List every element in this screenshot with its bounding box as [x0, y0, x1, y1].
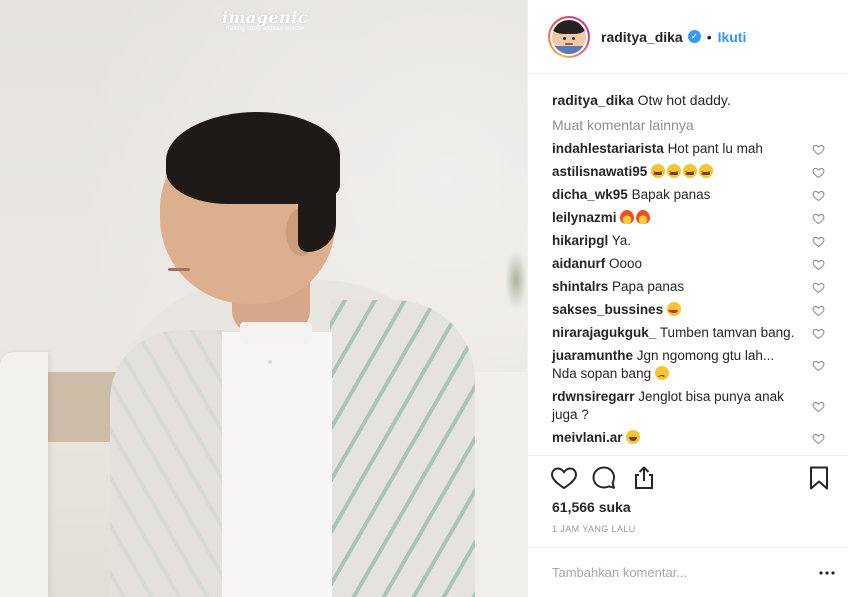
post-photo[interactable]: imagenic •telling story without words•: [0, 0, 527, 597]
comment-username[interactable]: juaramunthe: [552, 348, 633, 363]
avatar-inner: [550, 17, 588, 56]
comment-username[interactable]: nirarajagukguk_: [552, 325, 656, 340]
comment-item: nirarajagukguk_ Tumben tamvan bang.: [552, 324, 825, 342]
bookmark-icon[interactable]: [805, 464, 833, 492]
fire-emoji-icon: [620, 210, 635, 224]
avatar-image: [552, 19, 586, 54]
laughing-emoji-icon: [626, 430, 641, 444]
avatar-mouth: [565, 42, 573, 45]
photo-plant: [505, 250, 527, 310]
comment-username[interactable]: astilisnawati95: [552, 164, 647, 179]
comment-item: hikaripgl Ya.: [552, 232, 825, 250]
header-username[interactable]: raditya_dika: [601, 29, 683, 45]
comment-text: Hot pant lu mah: [667, 141, 763, 156]
comment-text: Papa panas: [612, 279, 685, 294]
comment-username[interactable]: indahlestariarista: [552, 141, 664, 156]
heart-eyes-emoji-icon: [666, 302, 681, 321]
person-shirt: [222, 332, 332, 597]
avatar-shirt: [552, 45, 586, 54]
comment-like-heart-icon[interactable]: [812, 304, 825, 317]
comment-item: astilisnawati95: [552, 163, 825, 183]
comment-text: Ya.: [611, 233, 632, 248]
add-comment-input[interactable]: [552, 565, 815, 580]
caption-username[interactable]: raditya_dika: [552, 92, 634, 108]
squint-face-emoji-icon: [667, 164, 682, 183]
comment-username[interactable]: dicha_wk95: [552, 187, 628, 202]
photo-watermark: imagenic •telling story without words•: [210, 8, 320, 32]
likes-count[interactable]: 61,566 suka: [552, 499, 631, 515]
comment-username[interactable]: sakses_bussines: [552, 302, 663, 317]
person-robe-right: [330, 300, 475, 597]
comment-like-heart-icon[interactable]: [812, 281, 825, 294]
person-hair-side: [298, 160, 336, 252]
post-caption: raditya_dika Otw hot daddy.: [552, 91, 825, 109]
watermark-title: imagenic: [221, 8, 309, 27]
post-header: raditya_dika ✓ • Ikuti: [528, 0, 848, 74]
avatar-hair: [552, 19, 586, 34]
comment-username[interactable]: meivlani.ar: [552, 430, 623, 445]
comment-like-heart-icon[interactable]: [812, 189, 825, 202]
comment-like-heart-icon[interactable]: [812, 359, 825, 372]
header-separator: •: [706, 28, 712, 45]
person-shirt-button: [268, 360, 272, 364]
comment-item: dicha_wk95 Bapak panas: [552, 186, 825, 204]
actions-spacer: [670, 464, 805, 499]
comment-item: shintalrs Papa panas: [552, 278, 825, 296]
avatar-eye-right: [572, 36, 575, 40]
follow-button[interactable]: Ikuti: [718, 29, 747, 45]
comment-text: Bapak panas: [631, 187, 711, 202]
squint-face-emoji-icon: [699, 164, 714, 183]
more-options-icon[interactable]: [815, 561, 839, 585]
post-actions-bar: [528, 455, 848, 499]
comment-username[interactable]: rdwnsiregarr: [552, 389, 635, 404]
squint-face-emoji-icon: [651, 164, 666, 183]
post-side-panel: raditya_dika ✓ • Ikuti raditya_dika Otw …: [527, 0, 848, 597]
photo-sofa-left: [0, 352, 48, 597]
comment-item: aidanurf Oooo: [552, 255, 825, 273]
heart-icon[interactable]: [550, 464, 578, 492]
comment-item: rdwnsiregarr Jenglot bisa punya anak jug…: [552, 388, 825, 424]
comment-text: Tumben tamvan bang.: [659, 325, 795, 340]
avatar-eye-left: [563, 36, 566, 40]
share-icon[interactable]: [630, 464, 658, 492]
squint-face-emoji-icon: [683, 164, 698, 183]
comment-item: leilynazmi: [552, 209, 825, 227]
comment-like-heart-icon[interactable]: [812, 166, 825, 179]
caption-text: Otw hot daddy.: [637, 92, 731, 108]
comment-like-heart-icon[interactable]: [812, 258, 825, 271]
comment-like-heart-icon[interactable]: [812, 212, 825, 225]
comment-username[interactable]: aidanurf: [552, 256, 605, 271]
add-comment-bar: [528, 547, 848, 597]
comment-username[interactable]: hikaripgl: [552, 233, 608, 248]
post-timestamp[interactable]: 1 JAM YANG LALU: [552, 524, 636, 534]
person-mouth: [168, 268, 190, 271]
comment-item: indahlestariarista Hot pant lu mah: [552, 140, 825, 158]
comment-item: juaramunthe Jgn ngomong gtu lah... Nda s…: [552, 347, 825, 384]
comment-like-heart-icon[interactable]: [812, 400, 825, 413]
load-more-comments-button[interactable]: Muat komentar lainnya: [552, 117, 825, 133]
sad-face-emoji-icon: [654, 366, 669, 384]
comment-text: Oooo: [609, 256, 643, 271]
comments-list[interactable]: raditya_dika Otw hot daddy. Muat komenta…: [528, 75, 848, 455]
comment-username[interactable]: shintalrs: [552, 279, 608, 294]
fire-emoji-icon: [636, 210, 651, 224]
comment-icon[interactable]: [590, 464, 618, 492]
avatar[interactable]: [548, 15, 590, 58]
watermark-tagline: •telling story without words•: [225, 26, 305, 32]
person-collar: [240, 322, 312, 344]
comment-item: meivlani.ar: [552, 429, 825, 447]
comment-like-heart-icon[interactable]: [812, 432, 825, 445]
comment-like-heart-icon[interactable]: [812, 143, 825, 156]
verified-badge-icon: ✓: [687, 30, 701, 43]
comment-username[interactable]: leilynazmi: [552, 210, 617, 225]
comment-item: sakses_bussines: [552, 301, 825, 321]
comment-like-heart-icon[interactable]: [812, 327, 825, 340]
comment-like-heart-icon[interactable]: [812, 235, 825, 248]
